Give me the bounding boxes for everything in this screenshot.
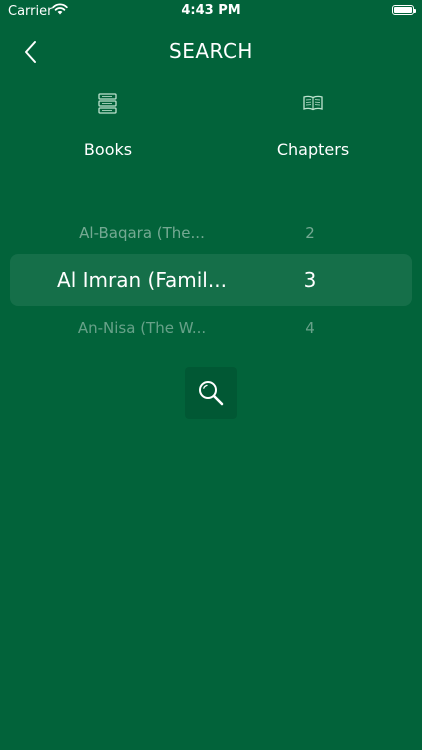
clock: 4:43 PM [181, 3, 241, 18]
chapter-option-prev[interactable]: 2 [260, 224, 360, 242]
status-bar: Carrier 4:43 PM [0, 0, 422, 22]
battery-icon [392, 5, 416, 15]
chapter-option-next[interactable]: 4 [260, 319, 360, 337]
search-icon [199, 381, 224, 406]
book-option-prev[interactable]: Al-Baqara (The... [20, 224, 264, 242]
tab-books-label: Books [83, 140, 133, 159]
book-option-next[interactable]: An-Nisa (The W... [20, 319, 264, 337]
navigation-bar: SEARCH [0, 30, 422, 74]
open-book-icon [303, 95, 323, 111]
search-button[interactable] [185, 367, 237, 419]
chapter-option-selected[interactable]: 3 [260, 268, 360, 292]
tab-chapters[interactable]: Chapters [248, 92, 378, 159]
tab-books[interactable]: Books [43, 92, 173, 159]
tab-chapters-label: Chapters [276, 140, 350, 159]
books-stack-icon [98, 93, 117, 114]
page-title: SEARCH [169, 39, 253, 63]
book-option-selected[interactable]: Al Imran (Famil... [20, 268, 264, 292]
